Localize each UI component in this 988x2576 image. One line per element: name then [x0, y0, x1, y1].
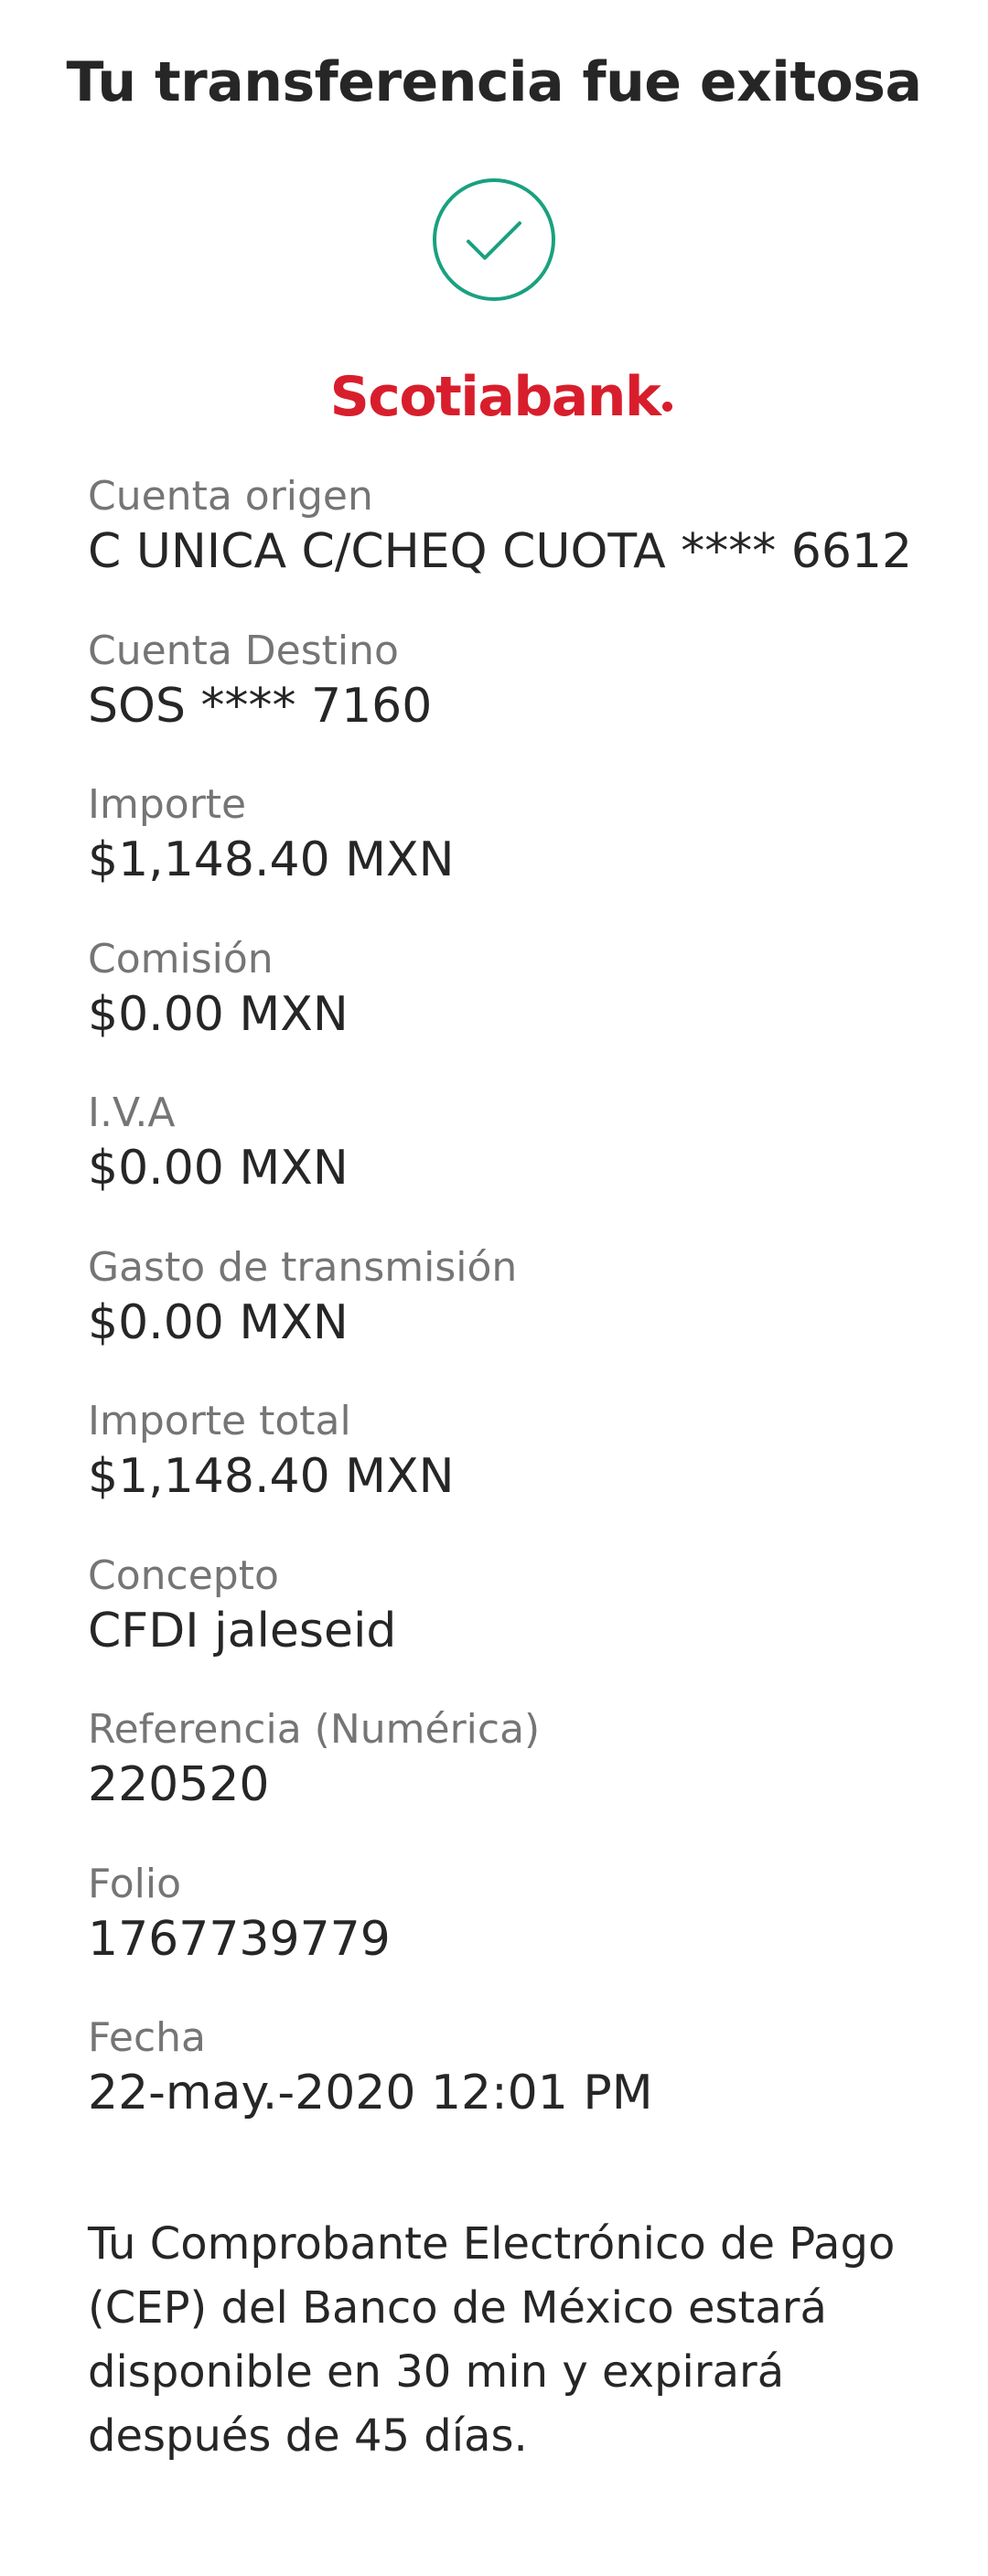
- field-cuenta-origen: Cuenta origen C UNICA C/CHEQ CUOTA **** …: [88, 470, 948, 625]
- logo-dot: [662, 402, 673, 412]
- field-label: Cuenta origen: [88, 473, 373, 520]
- page-title: Tu transferencia fue exitosa: [66, 50, 922, 114]
- field-comision: Comisión $0.00 MXN: [88, 933, 948, 1088]
- scotiabank-logo: Scotiabank: [0, 360, 988, 434]
- field-cuenta-destino: Cuenta Destino SOS **** 7160: [88, 625, 948, 779]
- field-value: SOS **** 7160: [88, 678, 433, 734]
- field-label: I.V.A: [88, 1089, 176, 1136]
- field-label: Gasto de transmisión: [88, 1243, 518, 1291]
- field-value: $0.00 MXN: [88, 1294, 349, 1350]
- field-gasto-transmision: Gasto de transmisión $0.00 MXN: [88, 1241, 948, 1396]
- field-label: Referencia (Numérica): [88, 1706, 541, 1753]
- brand-name: Scotiabank: [329, 365, 661, 429]
- field-referencia: Referencia (Numérica) 220520: [88, 1703, 948, 1858]
- field-label: Cuenta Destino: [88, 627, 399, 674]
- field-value: $1,148.40 MXN: [88, 1449, 455, 1504]
- cep-notice: Tu Comprobante Electrónico de Pago (CEP)…: [88, 2218, 896, 2462]
- field-label: Comisión: [88, 935, 274, 982]
- field-label: Fecha: [88, 2014, 207, 2061]
- field-folio: Folio 1767739779: [88, 1858, 948, 2012]
- field-label: Importe total: [88, 1398, 351, 1444]
- field-concepto: Concepto CFDI jaleseid: [88, 1550, 948, 1704]
- transfer-details: Cuenta origen C UNICA C/CHEQ CUOTA **** …: [88, 470, 948, 2166]
- field-importe-total: Importe total $1,148.40 MXN: [88, 1395, 948, 1550]
- field-label: Importe: [88, 781, 247, 828]
- field-label: Concepto: [88, 1551, 279, 1599]
- success-check-icon: [432, 177, 556, 302]
- field-value: CFDI jaleseid: [88, 1603, 397, 1658]
- field-value: C UNICA C/CHEQ CUOTA **** 6612: [88, 524, 913, 579]
- field-iva: I.V.A $0.00 MXN: [88, 1087, 948, 1241]
- field-value: 1767739779: [88, 1911, 391, 1967]
- field-importe: Importe $1,148.40 MXN: [88, 778, 948, 933]
- field-value: $0.00 MXN: [88, 1141, 349, 1196]
- field-label: Folio: [88, 1860, 182, 1907]
- field-value: $1,148.40 MXN: [88, 832, 455, 887]
- field-fecha: Fecha 22-may.-2020 12:01 PM: [88, 2012, 948, 2166]
- field-value: 220520: [88, 1757, 270, 1812]
- field-value: 22-may.-2020 12:01 PM: [88, 2066, 653, 2120]
- field-value: $0.00 MXN: [88, 986, 349, 1042]
